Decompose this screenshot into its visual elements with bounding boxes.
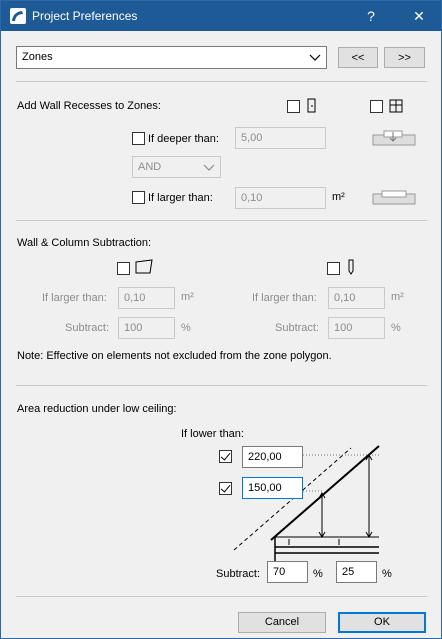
- ceiling-subtract1-field[interactable]: 70: [267, 561, 308, 583]
- wall-icon: [134, 259, 154, 275]
- door-icon: [307, 98, 317, 114]
- operator-value: AND: [138, 161, 162, 173]
- column-subtraction-checkbox[interactable]: [327, 262, 340, 275]
- ok-button[interactable]: OK: [338, 612, 426, 633]
- wall-larger-unit: m²: [181, 291, 194, 303]
- wall-subtract-field[interactable]: 100: [118, 317, 175, 339]
- larger-than-checkbox[interactable]: [132, 191, 145, 204]
- next-panel-button[interactable]: >>: [384, 47, 425, 68]
- subtraction-heading: Wall & Column Subtraction:: [17, 237, 152, 249]
- separator: [16, 385, 427, 386]
- category-select[interactable]: Zones: [16, 46, 327, 69]
- ceiling-subtract2-field[interactable]: 25: [336, 561, 377, 583]
- chevron-down-icon: [309, 50, 321, 67]
- separator: [16, 220, 427, 221]
- recess-area-diagram-icon: [372, 188, 416, 208]
- wall-larger-field[interactable]: 0,10: [118, 287, 175, 309]
- ceiling-subtract2-unit: %: [382, 568, 392, 580]
- column-icon: [346, 259, 356, 275]
- recesses-heading: Add Wall Recesses to Zones:: [17, 100, 161, 112]
- window-icon: [389, 99, 403, 113]
- ceiling-subtract1-unit: %: [313, 568, 323, 580]
- chevron-down-icon: [203, 160, 215, 177]
- help-button[interactable]: ?: [351, 1, 391, 31]
- column-subtract-field[interactable]: 100: [328, 317, 385, 339]
- deeper-than-field[interactable]: 5,00: [235, 127, 326, 149]
- column-subtract-unit: %: [391, 322, 401, 334]
- wall-subtract-label: Subtract:: [65, 322, 110, 334]
- column-subtract-label: Subtract:: [275, 322, 320, 334]
- previous-panel-button[interactable]: <<: [338, 47, 378, 68]
- wall-subtract-unit: %: [181, 322, 191, 334]
- larger-than-field[interactable]: 0,10: [235, 187, 326, 209]
- window-title: Project Preferences: [32, 9, 138, 23]
- column-larger-field[interactable]: 0,10: [328, 287, 385, 309]
- subtraction-note: Note: Effective on elements not excluded…: [17, 350, 332, 362]
- recess-door-checkbox[interactable]: [287, 100, 300, 113]
- close-button[interactable]: ✕: [399, 1, 439, 31]
- ceiling-heading: Area reduction under low ceiling:: [17, 403, 177, 415]
- app-icon: [10, 8, 26, 24]
- height2-field[interactable]: 150,00: [242, 477, 303, 499]
- recess-depth-diagram-icon: [372, 127, 416, 149]
- recess-window-checkbox[interactable]: [370, 100, 383, 113]
- column-larger-unit: m²: [391, 291, 404, 303]
- wall-larger-label: If larger than:: [42, 292, 107, 304]
- height2-checkbox[interactable]: [219, 482, 232, 495]
- wall-subtraction-checkbox[interactable]: [117, 262, 130, 275]
- ceiling-subtract-label: Subtract:: [216, 568, 261, 580]
- larger-than-unit: m²: [332, 191, 345, 203]
- operator-select[interactable]: AND: [132, 156, 221, 178]
- larger-than-label: If larger than:: [148, 192, 213, 204]
- height1-field[interactable]: 220,00: [242, 446, 303, 468]
- height1-checkbox[interactable]: [219, 450, 232, 463]
- deeper-than-label: If deeper than:: [148, 133, 219, 145]
- dialog-window: Project Preferences ? ✕ Zones << >> Add …: [0, 0, 442, 639]
- column-larger-label: If larger than:: [252, 292, 317, 304]
- category-select-value: Zones: [22, 51, 53, 63]
- cancel-button[interactable]: Cancel: [238, 612, 326, 633]
- title-bar: Project Preferences ? ✕: [1, 1, 441, 31]
- deeper-than-checkbox[interactable]: [132, 132, 145, 145]
- separator: [16, 81, 427, 82]
- separator: [16, 596, 427, 597]
